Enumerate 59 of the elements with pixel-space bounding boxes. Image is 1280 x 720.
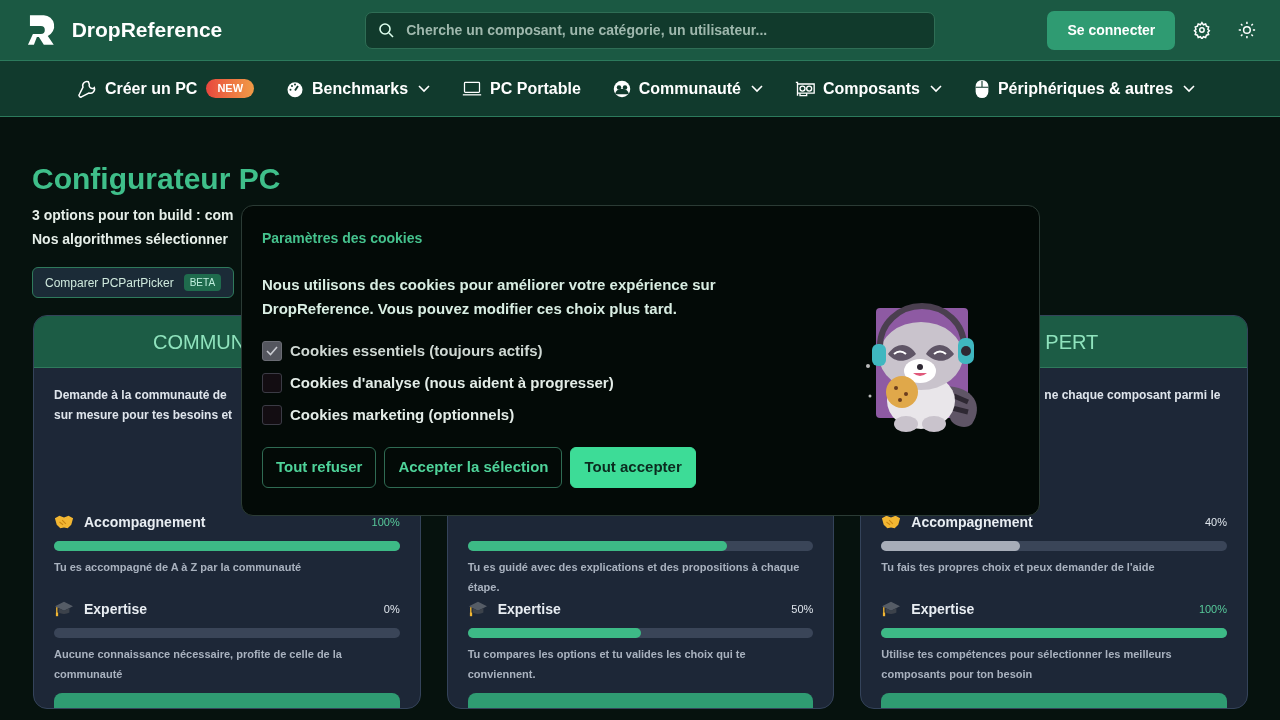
metric-label: Expertise <box>497 599 561 619</box>
metric-value: 0% <box>383 601 400 617</box>
metric-label: Expertise <box>911 599 975 619</box>
graduation-cap-icon <box>467 600 488 618</box>
metric-description: Tu fais tes propres choix et peux demander de l'aide <box>881 560 1156 575</box>
checkbox[interactable] <box>262 405 282 425</box>
metric-description: Utilise tes compétences pour sélectionner les meilleurs composants pour ton besoin <box>881 647 1173 682</box>
metric-value: 40% <box>1205 514 1227 530</box>
metric-value: 100% <box>371 514 400 530</box>
dialog-message: Nous utilisons des cookies pour améliorer votre expérience sur DropReference. Vous pouvez modifier ces choix plus tard. <box>262 275 717 319</box>
checkmark-icon <box>265 344 279 358</box>
sun-icon[interactable] <box>1238 21 1256 39</box>
metric-description: Tu es accompagné de A à Z par la communauté <box>54 560 303 575</box>
metric-description: Tu es guidé avec des explications et des propositions à chaque étape. <box>467 560 801 595</box>
metric-description: Aucune connaissance nécessaire, profite de celle de la communauté <box>54 647 343 682</box>
search-icon <box>378 22 395 38</box>
graduation-cap-icon <box>54 600 74 618</box>
nav-link[interactable]: Périphériques & autres <box>973 76 1196 101</box>
dialog-button[interactable]: Tout refuser <box>262 447 377 488</box>
gauge-icon <box>286 79 305 98</box>
checkbox-label[interactable]: Cookies d'analyse (nous aident à progresser) <box>290 371 614 395</box>
card-description: ne chaque composant parmi le <box>1044 387 1221 404</box>
handshake-icon <box>54 514 74 530</box>
wrench-icon <box>76 78 97 99</box>
search-field[interactable]: Cherche un composant, une catégorie, un utilisateur... <box>365 11 936 49</box>
graduation-cap-icon <box>881 600 902 618</box>
brand-name[interactable]: DropReference <box>71 14 223 46</box>
beta-badge: BETA <box>183 274 222 291</box>
laptop-icon <box>462 79 483 98</box>
new-badge: NEW <box>206 79 255 98</box>
checkbox[interactable] <box>262 373 282 393</box>
dialog-button[interactable]: Tout accepter <box>570 447 696 488</box>
metric-label: Accompagnement <box>911 512 1033 532</box>
metric-label: Accompagnement <box>84 512 206 532</box>
nav-link[interactable]: Communauté <box>612 76 763 101</box>
dialog-title: Paramètres des cookies <box>262 229 424 248</box>
nav-link[interactable]: Créer un PC NEW <box>76 76 255 101</box>
metric-value: 50% <box>791 601 814 617</box>
card-title: PERT <box>1045 329 1099 354</box>
mouse-icon <box>973 78 990 99</box>
graphics-card-icon <box>795 79 815 98</box>
metric-value: 100% <box>1198 601 1227 617</box>
intro-text: 3 options pour ton build : com <box>32 206 234 225</box>
nav-link[interactable]: Composants <box>795 76 942 101</box>
card-description: sur mesure pour tes besoins et <box>54 407 233 424</box>
intro-text: Nos algorithmes sélectionner <box>32 230 229 249</box>
compare-button[interactable]: Comparer PCPartPicker BETA <box>32 267 235 298</box>
search-input[interactable]: Cherche un composant, une catégorie, un utilisateur... <box>406 19 923 41</box>
metric-label: Expertise <box>84 599 148 619</box>
dialog-button[interactable]: Accepter la sélection <box>384 447 563 488</box>
nav-link[interactable]: PC Portable <box>462 76 581 101</box>
page-title: Configurateur PC <box>32 161 282 197</box>
handshake-icon <box>881 514 902 530</box>
settings-icon[interactable] <box>1193 21 1212 39</box>
nav-link[interactable]: Benchmarks <box>286 76 431 101</box>
metric-description: Tu compares les options et tu valides les choix qui te conviennent. <box>467 647 747 682</box>
card-description: Demande à la communauté de <box>54 387 227 404</box>
checkbox-label[interactable]: Cookies marketing (optionnels) <box>290 403 515 427</box>
people-icon <box>612 79 631 98</box>
